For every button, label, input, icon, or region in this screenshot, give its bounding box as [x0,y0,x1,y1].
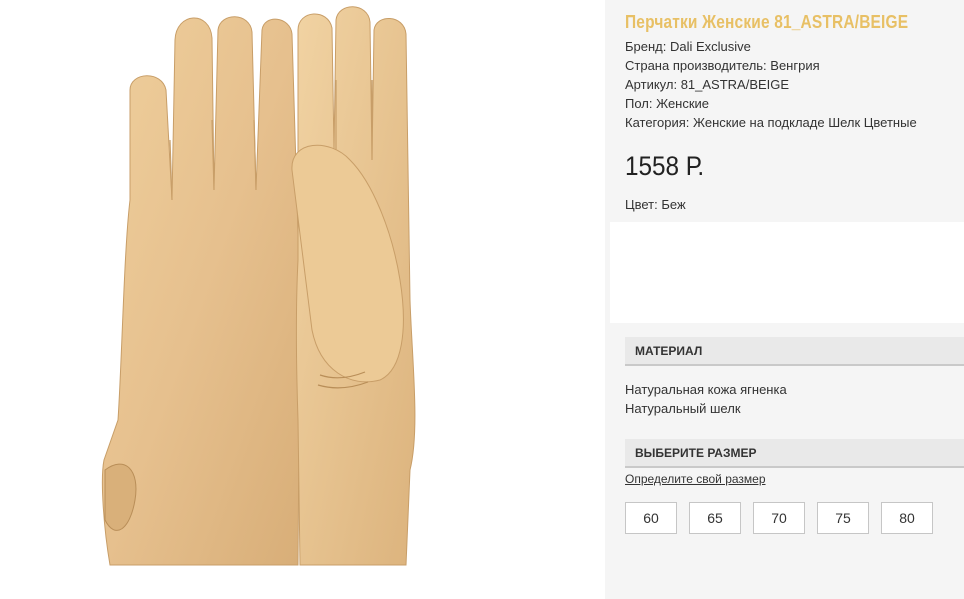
spec-brand: Бренд: Dali Exclusive [625,39,751,54]
size-option-65[interactable]: 65 [689,502,741,534]
product-photo [0,0,605,599]
material-header: МАТЕРИАЛ [625,337,964,366]
product-title: Перчатки Женские 81_ASTRA/BEIGE [625,12,909,32]
beige-leather-gloves-photo [101,6,416,566]
spec-category: Категория: Женские на подкладе Шелк Цвет… [625,115,917,130]
size-option-75[interactable]: 75 [817,502,869,534]
spec-country: Страна производитель: Венгрия [625,58,820,73]
product-price: 1558 Р. [625,151,705,181]
size-header: ВЫБЕРИТЕ РАЗМЕР [625,439,964,468]
material-line-2: Натуральный шелк [625,401,741,416]
blank-area [610,222,964,323]
size-option-70[interactable]: 70 [753,502,805,534]
spec-article: Артикул: 81_ASTRA/BEIGE [625,77,790,92]
size-header-label: ВЫБЕРИТЕ РАЗМЕР [635,446,757,460]
product-info-panel: Перчатки Женские 81_ASTRA/BEIGE Бренд: D… [605,0,964,599]
size-guide-link[interactable]: Определите свой размер [625,472,766,486]
material-line-1: Натуральная кожа ягненка [625,382,787,397]
spec-gender: Пол: Женские [625,96,710,111]
material-header-label: МАТЕРИАЛ [635,344,703,358]
size-option-80[interactable]: 80 [881,502,933,534]
size-option-60[interactable]: 60 [625,502,677,534]
product-color: Цвет: Беж [625,197,686,212]
